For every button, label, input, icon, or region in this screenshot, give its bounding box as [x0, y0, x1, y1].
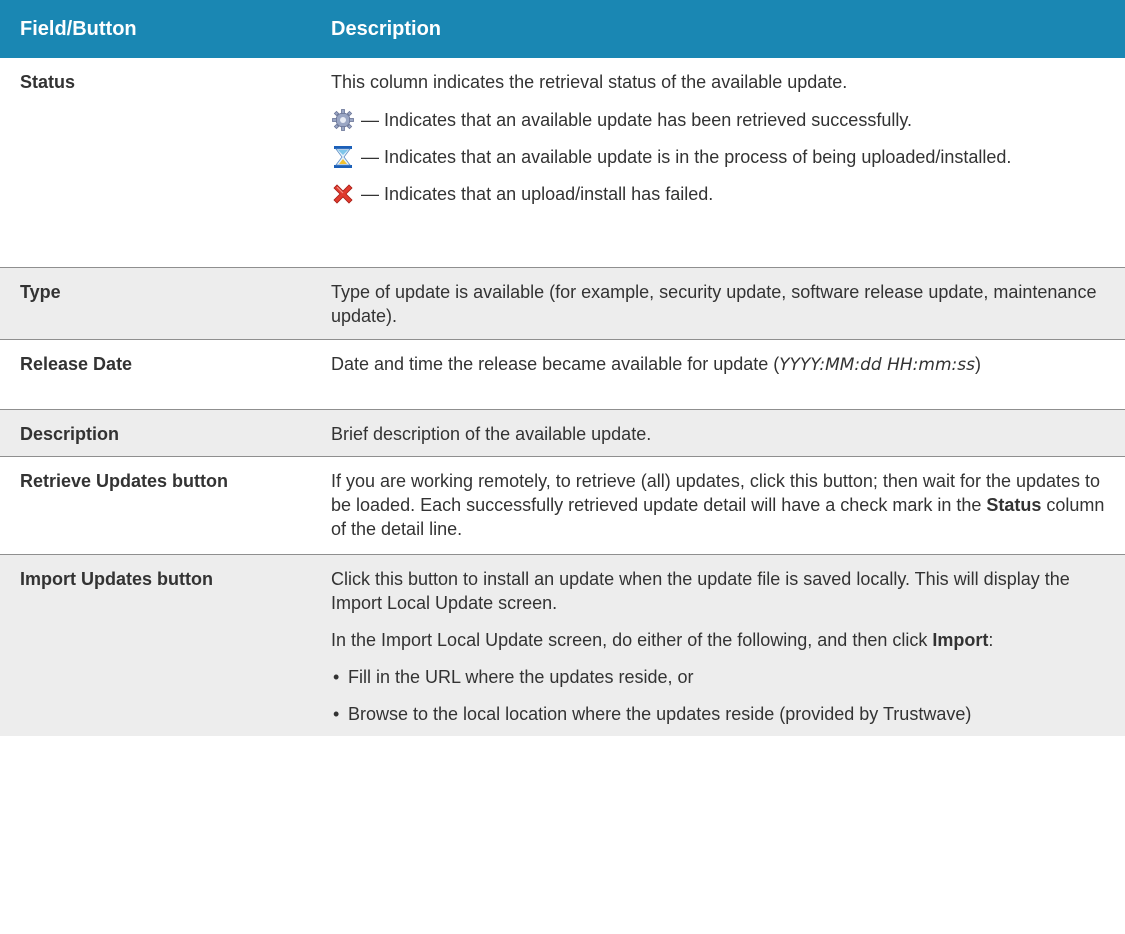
description-text: ): [974, 353, 981, 374]
status-item-failed: — Indicates that an upload/install has f…: [331, 182, 1115, 206]
field-description-table: Field/Button Description Status This col…: [0, 0, 1125, 736]
table-row-import-updates: Import Updates button Click this button …: [0, 554, 1125, 736]
table-header-row: Field/Button Description: [0, 0, 1125, 58]
table-row-status: Status This column indicates the retriev…: [0, 58, 1125, 267]
date-format: YYYY:MM:dd HH:mm:ss: [779, 354, 975, 375]
field-description: Date and time the release became availab…: [313, 339, 1125, 409]
list-item-text: Fill in the URL where the updates reside…: [348, 666, 694, 687]
field-name: Release Date: [20, 353, 133, 374]
description-text: If you are working remotely, to retrieve…: [331, 470, 1101, 515]
field-description: If you are working remotely, to retrieve…: [313, 456, 1125, 554]
bullet-icon: •: [333, 666, 340, 687]
import-paragraph-2: In the Import Local Update screen, do ei…: [331, 628, 1115, 652]
status-intro: This column indicates the retrieval stat…: [331, 72, 848, 92]
list-item-text: Browse to the local location where the u…: [348, 703, 972, 724]
field-name: Status: [20, 72, 76, 92]
import-term: Import: [932, 629, 989, 650]
bullet-icon: •: [333, 703, 340, 724]
field-name: Import Updates button: [20, 568, 213, 589]
hourglass-icon: [331, 145, 355, 169]
description-text: Date and time the release became availab…: [331, 353, 780, 374]
table-row-description: Description Brief description of the ava…: [0, 409, 1125, 456]
table-row-retrieve-updates: Retrieve Updates button If you are worki…: [0, 456, 1125, 554]
description-text: In the Import Local Update screen, do ei…: [331, 629, 933, 650]
field-name: Retrieve Updates button: [20, 470, 229, 491]
import-paragraph-1: Click this button to install an update w…: [331, 568, 1070, 613]
table-row-type: Type Type of update is available (for ex…: [0, 267, 1125, 339]
import-options-list: • Fill in the URL where the updates resid…: [331, 665, 1115, 726]
field-name: Description: [20, 423, 120, 444]
list-item: • Browse to the local location where the …: [331, 702, 1115, 726]
field-description: Type of update is available (for example…: [331, 281, 1097, 326]
header-field-button: Field/Button: [0, 0, 313, 58]
red-x-icon: [331, 182, 355, 206]
field-description: Click this button to install an update w…: [313, 554, 1125, 736]
table-row-release-date: Release Date Date and time the release b…: [0, 339, 1125, 409]
gear-icon: [331, 108, 355, 132]
status-item-text: — Indicates that an available update has…: [361, 110, 912, 130]
status-item-retrieved: — Indicates that an available update has…: [331, 108, 1115, 132]
status-item-text: — Indicates that an available update is …: [361, 147, 1012, 167]
status-item-in-progress: — Indicates that an available update is …: [331, 145, 1115, 169]
status-item-text: — Indicates that an upload/install has f…: [361, 184, 714, 204]
field-name: Type: [20, 281, 61, 302]
description-text: :: [988, 629, 994, 650]
status-term: Status: [986, 494, 1042, 515]
list-item: • Fill in the URL where the updates resid…: [331, 665, 1115, 689]
header-description: Description: [313, 0, 1125, 58]
field-description: Brief description of the available updat…: [331, 423, 652, 444]
field-description: This column indicates the retrieval stat…: [313, 58, 1125, 267]
